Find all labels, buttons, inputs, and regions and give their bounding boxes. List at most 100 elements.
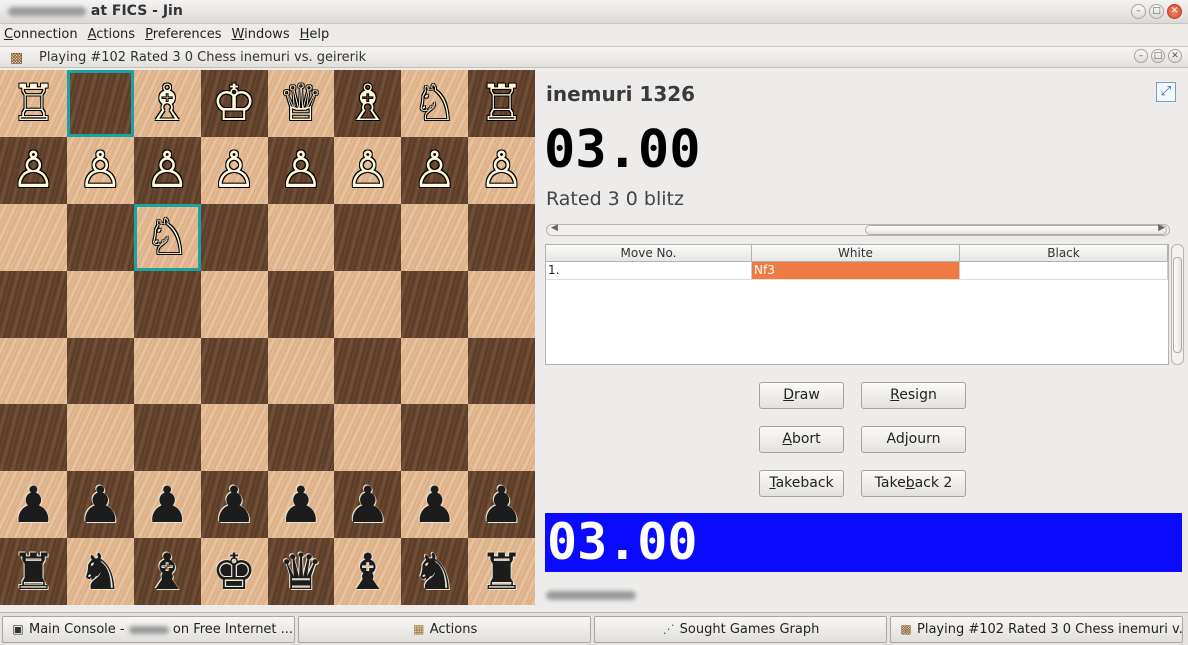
vscroll-thumb[interactable] [1173, 257, 1182, 353]
board-square[interactable] [468, 337, 535, 405]
board-square[interactable] [334, 203, 402, 271]
close-button[interactable]: ✕ [1167, 4, 1182, 19]
board-square[interactable]: ♟ [267, 471, 335, 539]
board-square[interactable] [200, 337, 268, 405]
board-square[interactable]: ♔ [200, 70, 268, 137]
frame-minimize-button[interactable]: – [1134, 49, 1148, 63]
board-square[interactable] [66, 70, 134, 137]
board-square[interactable] [334, 270, 402, 338]
board-square[interactable]: ♙ [267, 136, 335, 204]
board-square[interactable] [468, 203, 535, 271]
black-move-cell[interactable] [960, 262, 1168, 279]
menu-actions[interactable]: Actions [88, 24, 136, 46]
white-piece[interactable]: ♘ [145, 212, 190, 262]
board-square[interactable]: ♙ [0, 136, 67, 204]
draw-button[interactable]: Draw [759, 382, 844, 409]
white-piece[interactable]: ♖ [11, 78, 56, 128]
resign-button[interactable]: Resign [861, 382, 966, 409]
black-piece[interactable]: ♝ [345, 547, 390, 597]
board-square[interactable]: ♗ [133, 70, 201, 137]
abort-button[interactable]: Abort [759, 426, 844, 453]
chess-board[interactable]: ♖ ♗ ♔ ♕ ♗ ♘ ♖ ♙ ♙ ♙ ♙ ♙ ♙ ♙ ♙ ♘ ♟ ♟ ♟ ♟ ♟ ♟ ♟ ♟ ♜ ♞ ♝ ♚ ♛ ♝ ♞ ♜ [0, 70, 535, 605]
column-black[interactable]: Black [960, 245, 1168, 261]
menu-windows[interactable]: Windows [232, 24, 290, 46]
board-square[interactable]: ♜ [0, 538, 67, 605]
black-piece[interactable]: ♚ [212, 547, 257, 597]
board-square[interactable] [401, 270, 469, 338]
black-piece[interactable]: ♟ [412, 480, 457, 530]
board-square[interactable] [0, 337, 67, 405]
board-square[interactable] [267, 337, 335, 405]
board-square[interactable]: ♖ [0, 70, 67, 137]
board-square[interactable]: ♝ [334, 538, 402, 605]
adjourn-button[interactable]: Adjourn [861, 426, 966, 453]
white-piece[interactable]: ♙ [345, 145, 390, 195]
board-square[interactable]: ♘ [133, 203, 201, 271]
column-move-no[interactable]: Move No. [546, 245, 752, 261]
board-square[interactable] [267, 203, 335, 271]
white-piece[interactable]: ♘ [412, 78, 457, 128]
board-square[interactable]: ♙ [334, 136, 402, 204]
board-square[interactable] [200, 203, 268, 271]
board-square[interactable]: ♞ [401, 538, 469, 605]
minimize-button[interactable]: – [1131, 4, 1146, 19]
frame-maximize-button[interactable]: □ [1151, 49, 1165, 63]
black-piece[interactable]: ♟ [78, 480, 123, 530]
black-piece[interactable]: ♟ [479, 480, 524, 530]
scrollbar-thumb[interactable] [865, 225, 1167, 235]
board-square[interactable]: ♟ [0, 471, 67, 539]
board-square[interactable] [468, 270, 535, 338]
white-piece[interactable]: ♙ [78, 145, 123, 195]
black-piece[interactable]: ♞ [78, 547, 123, 597]
board-square[interactable] [133, 270, 201, 338]
maximize-button[interactable]: □ [1149, 4, 1164, 19]
board-square[interactable] [66, 404, 134, 472]
board-square[interactable]: ♟ [133, 471, 201, 539]
board-square[interactable] [401, 203, 469, 271]
board-square[interactable] [334, 337, 402, 405]
taskbar-actions[interactable]: ▦ Actions [298, 616, 591, 643]
board-square[interactable]: ♛ [267, 538, 335, 605]
frame-close-button[interactable]: ✕ [1168, 49, 1182, 63]
white-piece[interactable]: ♙ [212, 145, 257, 195]
white-piece[interactable]: ♙ [145, 145, 190, 195]
white-piece[interactable]: ♕ [279, 78, 324, 128]
board-square[interactable] [66, 203, 134, 271]
horizontal-scrollbar[interactable]: ◀ ▶ [546, 223, 1170, 236]
white-piece[interactable]: ♔ [212, 78, 257, 128]
black-piece[interactable]: ♜ [11, 547, 56, 597]
white-move-cell[interactable]: Nf3 [752, 262, 960, 279]
board-square[interactable] [133, 337, 201, 405]
board-square[interactable]: ♜ [468, 538, 535, 605]
white-piece[interactable]: ♗ [345, 78, 390, 128]
taskbar-sought-games-graph[interactable]: ⋰ Sought Games Graph [594, 616, 887, 643]
board-square[interactable]: ♗ [334, 70, 402, 137]
black-piece[interactable]: ♟ [145, 480, 190, 530]
black-piece[interactable]: ♞ [412, 547, 457, 597]
board-square[interactable]: ♙ [200, 136, 268, 204]
board-square[interactable]: ♙ [66, 136, 134, 204]
board-square[interactable]: ♝ [133, 538, 201, 605]
black-piece[interactable]: ♝ [145, 547, 190, 597]
board-square[interactable]: ♙ [468, 136, 535, 204]
board-square[interactable]: ♙ [133, 136, 201, 204]
board-square[interactable]: ♕ [267, 70, 335, 137]
board-square[interactable] [267, 270, 335, 338]
menu-help[interactable]: Help [300, 24, 330, 46]
board-square[interactable]: ♟ [200, 471, 268, 539]
board-square[interactable] [200, 404, 268, 472]
board-square[interactable] [401, 337, 469, 405]
fullscreen-icon[interactable]: ⤢ [1156, 82, 1176, 102]
board-square[interactable]: ♘ [401, 70, 469, 137]
takeback-button[interactable]: Takeback [759, 470, 844, 497]
menu-preferences[interactable]: Preferences [145, 24, 221, 46]
vertical-scrollbar[interactable] [1171, 244, 1184, 365]
black-piece[interactable]: ♟ [11, 480, 56, 530]
column-white[interactable]: White [752, 245, 960, 261]
black-piece[interactable]: ♟ [345, 480, 390, 530]
board-square[interactable] [66, 270, 134, 338]
white-piece[interactable]: ♗ [145, 78, 190, 128]
taskbar-game-window[interactable]: ▩ Playing #102 Rated 3 0 Chess inemuri v.… [890, 616, 1183, 643]
black-piece[interactable]: ♜ [479, 547, 524, 597]
board-square[interactable]: ♞ [66, 538, 134, 605]
